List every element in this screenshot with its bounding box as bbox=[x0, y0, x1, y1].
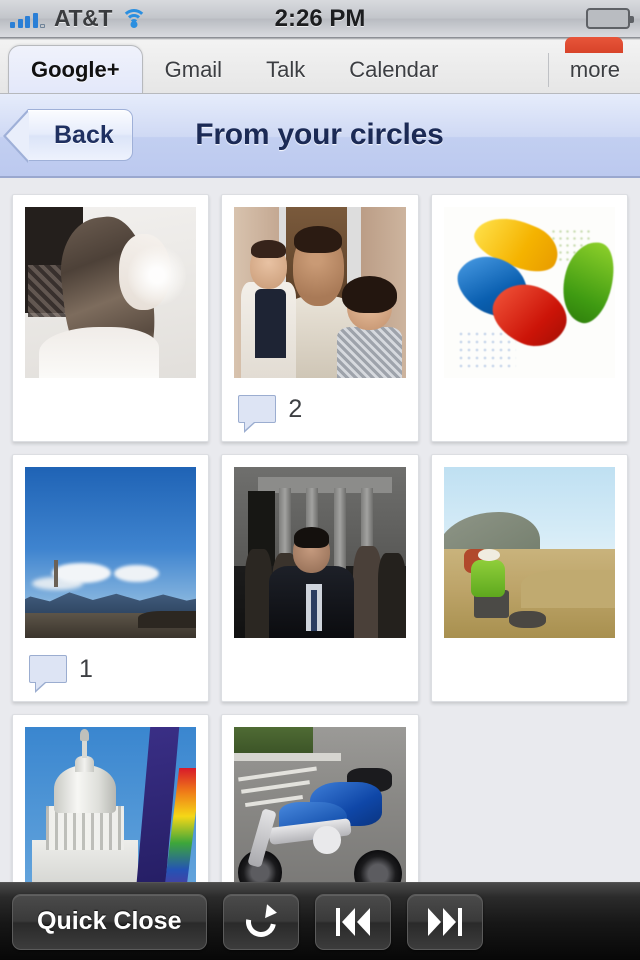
photo-grid-cell: 2 bbox=[215, 188, 424, 448]
tab-label: Calendar bbox=[349, 57, 439, 82]
tab-google-plus[interactable]: Google+ bbox=[8, 45, 143, 93]
photo-thumbnail[interactable] bbox=[234, 467, 406, 639]
quick-close-label: Quick Close bbox=[37, 907, 182, 935]
photo-image bbox=[234, 467, 406, 639]
app-root: AT&T 2:26 PM Google+ Gmail Talk Calendar bbox=[0, 0, 640, 960]
photo-thumbnail[interactable] bbox=[25, 467, 197, 639]
photo-thumbnail[interactable] bbox=[443, 207, 615, 379]
photo-card-footer: 2 bbox=[234, 378, 405, 440]
status-bar-left: AT&T bbox=[0, 5, 148, 32]
photo-card[interactable]: 2 bbox=[221, 194, 419, 442]
photo-card[interactable] bbox=[12, 714, 210, 882]
photo-grid-cell bbox=[425, 188, 634, 448]
photo-image bbox=[443, 467, 615, 639]
comment-bubble-icon[interactable] bbox=[238, 395, 277, 434]
photo-thumbnail[interactable] bbox=[443, 467, 615, 639]
photo-stream-scroll-area[interactable]: 21 bbox=[0, 180, 640, 882]
photo-thumbnail[interactable] bbox=[234, 207, 406, 379]
tab-talk[interactable]: Talk bbox=[244, 47, 327, 93]
back-button[interactable]: Back bbox=[3, 109, 133, 163]
signal-bars-icon bbox=[10, 10, 45, 28]
navigation-bar: Back From your circles bbox=[0, 94, 640, 178]
hidden-tab-peek[interactable] bbox=[564, 37, 623, 53]
photo-card-footer bbox=[444, 378, 615, 440]
page-title: From your circles bbox=[195, 118, 444, 151]
photo-grid-cell bbox=[6, 188, 215, 448]
photo-card-footer bbox=[444, 638, 615, 700]
photo-image bbox=[25, 207, 197, 379]
photo-grid-cell: 1 bbox=[6, 448, 215, 708]
status-bar-right bbox=[586, 8, 640, 29]
comment-count: 1 bbox=[79, 654, 93, 683]
tab-label: Google+ bbox=[31, 56, 120, 82]
photo-grid-cell bbox=[215, 708, 424, 882]
photo-card-footer: 1 bbox=[25, 638, 196, 700]
tab-label: more bbox=[569, 57, 620, 82]
photo-image bbox=[443, 207, 615, 379]
photo-thumbnail[interactable] bbox=[25, 207, 197, 379]
photo-image bbox=[234, 727, 406, 882]
photo-card[interactable] bbox=[12, 194, 210, 442]
wifi-icon bbox=[121, 9, 148, 28]
browser-tab-bar: Google+ Gmail Talk Calendar more bbox=[0, 37, 640, 94]
quick-close-button[interactable]: Quick Close bbox=[12, 893, 207, 950]
next-button[interactable] bbox=[406, 893, 483, 950]
previous-button[interactable] bbox=[314, 893, 391, 950]
photo-grid-cell bbox=[425, 448, 634, 708]
tab-label: Gmail bbox=[164, 57, 223, 82]
photo-card-footer bbox=[234, 638, 405, 700]
photo-card[interactable] bbox=[221, 454, 419, 702]
photo-grid-cell bbox=[6, 708, 215, 882]
comment-bubble-icon[interactable] bbox=[29, 655, 67, 694]
photo-card[interactable] bbox=[221, 714, 419, 882]
carrier-label: AT&T bbox=[54, 5, 113, 31]
photo-card[interactable]: 1 bbox=[12, 454, 210, 702]
photo-image bbox=[25, 467, 197, 639]
photo-card[interactable] bbox=[430, 454, 628, 702]
photo-card[interactable] bbox=[430, 194, 628, 442]
tab-more[interactable]: more bbox=[547, 47, 640, 93]
photo-thumbnail[interactable] bbox=[234, 727, 406, 882]
skip-next-icon bbox=[427, 905, 462, 939]
comment-count: 2 bbox=[288, 394, 303, 423]
photo-image bbox=[25, 727, 197, 882]
skip-previous-icon bbox=[335, 905, 370, 939]
more-tab-wrapper: more bbox=[547, 37, 640, 93]
refresh-icon bbox=[239, 900, 282, 943]
photo-image bbox=[234, 207, 406, 379]
photo-grid: 21 bbox=[6, 188, 634, 882]
refresh-button[interactable] bbox=[222, 893, 299, 950]
photo-thumbnail[interactable] bbox=[25, 727, 197, 882]
tab-calendar[interactable]: Calendar bbox=[327, 47, 460, 93]
bottom-toolbar: Quick Close bbox=[0, 882, 640, 960]
photo-card-footer bbox=[25, 378, 196, 440]
tab-label: Talk bbox=[266, 57, 306, 82]
tab-gmail[interactable]: Gmail bbox=[143, 47, 244, 93]
photo-grid-cell bbox=[215, 448, 424, 708]
battery-icon bbox=[586, 8, 634, 29]
status-bar: AT&T 2:26 PM bbox=[0, 0, 640, 38]
back-button-label: Back bbox=[54, 120, 114, 149]
